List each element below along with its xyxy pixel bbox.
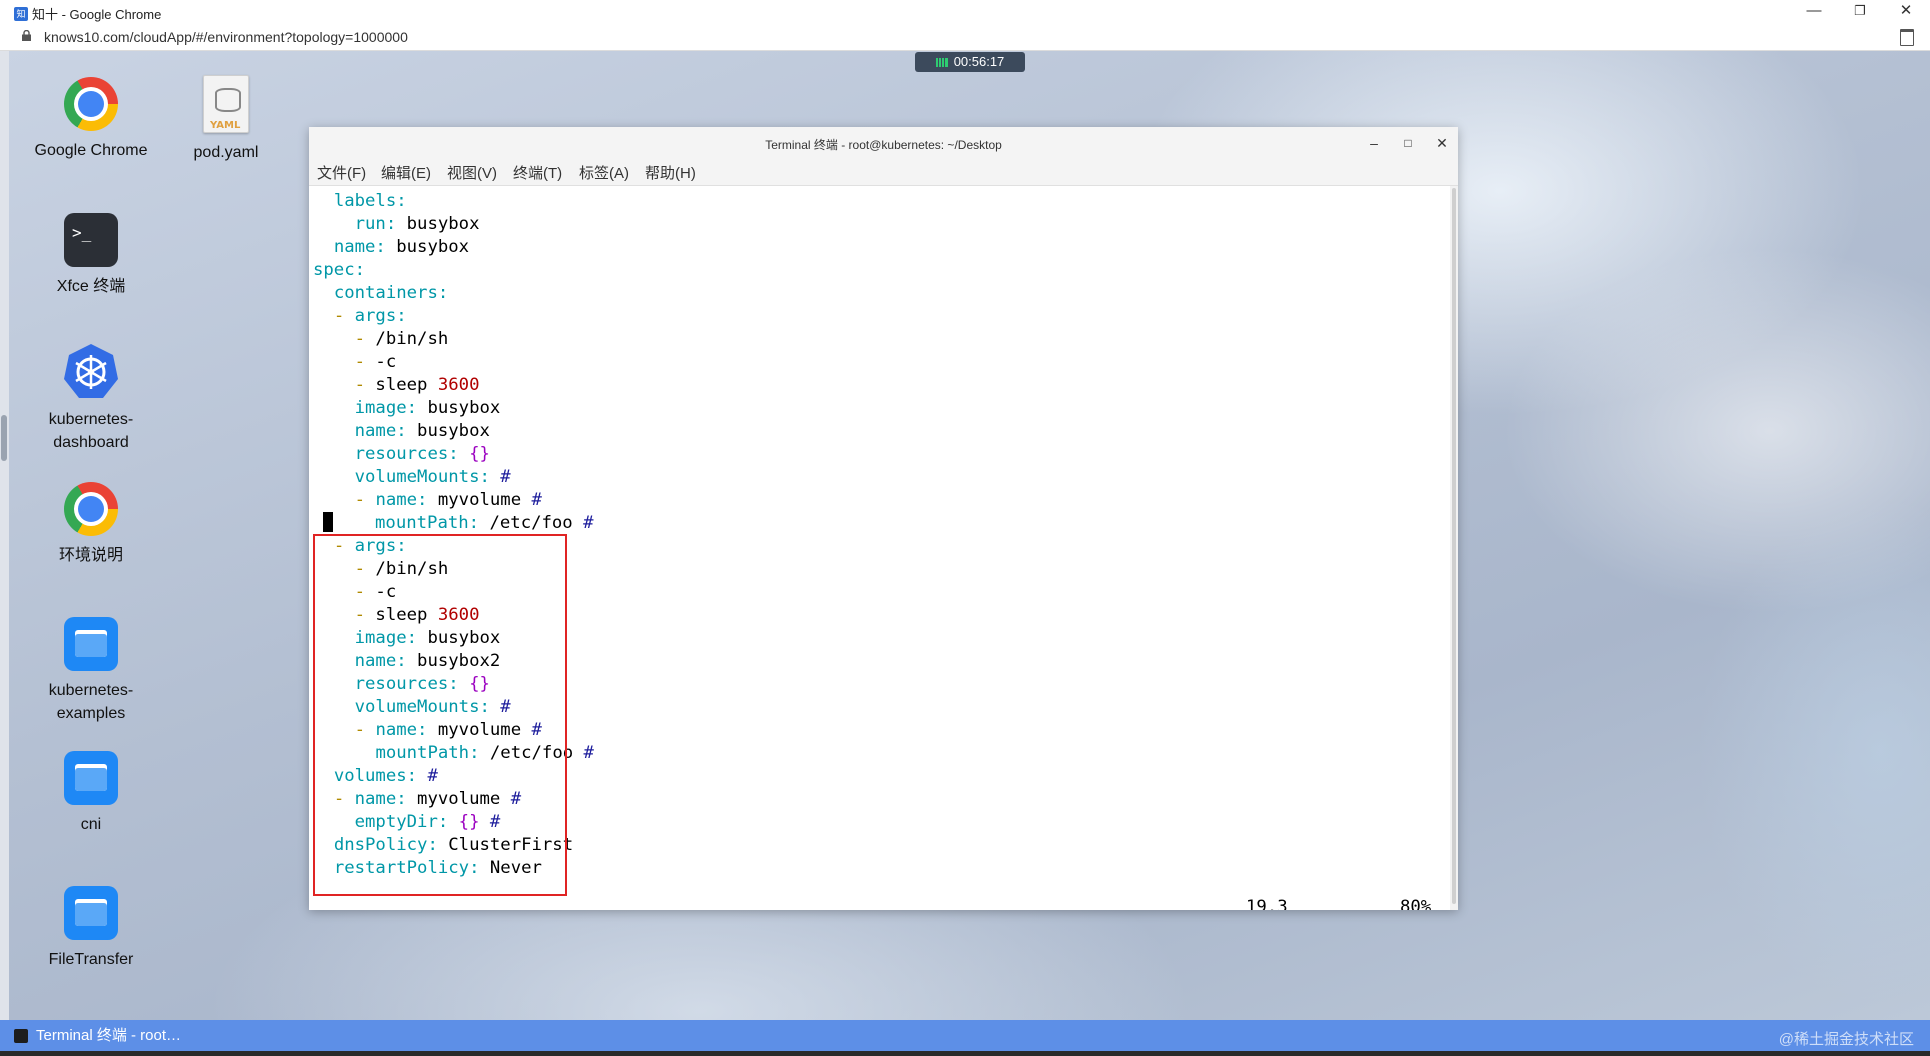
- desktop-icon-env-info[interactable]: 环境说明: [31, 482, 151, 567]
- desktop-icon-cni[interactable]: cni: [31, 751, 151, 836]
- code-line: name: busybox: [354, 421, 490, 441]
- desktop-icon-label: FileTransfer: [48, 951, 134, 968]
- chrome-icon: [64, 77, 118, 131]
- desktop-icon-label: kubernetes- examples: [48, 682, 134, 722]
- remote-sidebar-edge: [0, 51, 9, 1020]
- scroll-percent: 80%: [1400, 897, 1432, 910]
- taskbar-item-terminal[interactable]: Terminal 终端 - root…: [10, 1023, 189, 1048]
- address-bar[interactable]: knows10.com/cloudApp/#/environment?topol…: [0, 24, 1930, 51]
- browser-minimize-button[interactable]: —: [1792, 0, 1836, 24]
- desktop-icon-label: kubernetes- dashboard: [48, 411, 134, 451]
- menu-help[interactable]: 帮助(H): [645, 162, 696, 183]
- taskbar-item-label: Terminal 终端 - root…: [36, 1027, 182, 1044]
- terminal-icon: [14, 1028, 28, 1043]
- terminal-minimize-button[interactable]: –: [1363, 133, 1385, 153]
- browser-title-text: 知十 - Google Chrome: [32, 7, 162, 22]
- code-line: labels:: [333, 191, 407, 211]
- terminal-titlebar[interactable]: Terminal 终端 - root@kubernetes: ~/Desktop…: [309, 127, 1458, 159]
- session-timer: 00:56:17: [915, 52, 1025, 72]
- timer-text: 00:56:17: [953, 54, 1005, 69]
- code-line: name: busybox: [333, 237, 470, 257]
- bottom-strip: [0, 1051, 1930, 1056]
- folder-icon: [64, 617, 118, 671]
- terminal-close-button[interactable]: ✕: [1431, 133, 1453, 153]
- browser-close-button[interactable]: ✕: [1884, 0, 1928, 24]
- terminal-scrollbar[interactable]: [1450, 186, 1458, 910]
- kubernetes-icon: [62, 342, 120, 400]
- folder-icon: [64, 751, 118, 805]
- desktop-icon-google-chrome[interactable]: Google Chrome: [31, 77, 151, 162]
- code-line: - -c: [354, 352, 397, 372]
- browser-title: 知 知十 - Google Chrome: [14, 4, 161, 23]
- code-line: image: busybox: [354, 398, 501, 418]
- desktop-icon-label: cni: [80, 816, 102, 833]
- desktop-icon-label: pod.yaml: [193, 144, 259, 161]
- menu-file[interactable]: 文件(F): [317, 162, 366, 183]
- code-line: - name: myvolume #: [354, 490, 542, 510]
- code-line: - sleep 3600: [354, 375, 480, 395]
- cursor-position: 19,3: [1246, 897, 1288, 910]
- desktop-icon-label: 环境说明: [58, 547, 123, 564]
- vim-status-line: 19,3 80%: [309, 897, 1449, 910]
- desktop-icon-filetransfer[interactable]: FileTransfer: [31, 886, 151, 971]
- terminal-icon: >_: [64, 213, 118, 267]
- desktop-icon-label: Xfce 终端: [56, 278, 126, 295]
- site-favicon-icon: 知: [14, 6, 28, 21]
- terminal-content[interactable]: labels: run: busybox name: busybox spec: …: [309, 186, 1449, 910]
- code-line: run: busybox: [354, 214, 480, 234]
- code-line: containers:: [333, 283, 449, 303]
- code-line: spec:: [313, 260, 366, 280]
- desktop-icon-xfce-terminal[interactable]: >_ Xfce 终端: [31, 213, 151, 298]
- signal-icon: [935, 58, 948, 67]
- desktop-icon-label: Google Chrome: [34, 142, 148, 159]
- code-line: mountPath: /etc/foo #: [313, 512, 594, 535]
- terminal-menubar: 文件(F) 编辑(E) 视图(V) 终端(T) 标签(A) 帮助(H): [309, 159, 1458, 186]
- text-cursor: [323, 512, 334, 532]
- terminal-title: Terminal 终端 - root@kubernetes: ~/Desktop: [765, 138, 1002, 152]
- terminal-maximize-button[interactable]: □: [1397, 133, 1419, 153]
- code-line: volumeMounts: #: [354, 467, 511, 487]
- browser-restore-button[interactable]: ❐: [1838, 0, 1882, 24]
- scrollbar-thumb[interactable]: [1452, 188, 1456, 904]
- url-text[interactable]: knows10.com/cloudApp/#/environment?topol…: [44, 29, 408, 45]
- menu-edit[interactable]: 编辑(E): [381, 162, 431, 183]
- desktop-icon-kubernetes-dashboard[interactable]: kubernetes- dashboard: [31, 342, 151, 454]
- extension-icon[interactable]: [1900, 29, 1914, 46]
- menu-view[interactable]: 视图(V): [447, 162, 497, 183]
- terminal-window[interactable]: Terminal 终端 - root@kubernetes: ~/Desktop…: [309, 127, 1458, 910]
- desktop-icon-pod-yaml[interactable]: YAML pod.yaml: [166, 75, 286, 164]
- yaml-file-icon: YAML: [203, 75, 249, 133]
- sidebar-handle[interactable]: [1, 415, 7, 461]
- taskbar: Terminal 终端 - root… @稀土掘金技术社区: [0, 1020, 1930, 1051]
- desktop-icon-kubernetes-examples[interactable]: kubernetes- examples: [31, 617, 151, 725]
- code-line: resources: {}: [354, 444, 490, 464]
- menu-terminal[interactable]: 终端(T): [513, 162, 562, 183]
- annotation-highlight-box: [313, 534, 567, 896]
- code-line: - args:: [333, 306, 407, 326]
- chrome-icon: [64, 482, 118, 536]
- menu-tabs[interactable]: 标签(A): [579, 162, 629, 183]
- lock-icon: [22, 30, 31, 41]
- watermark: @稀土掘金技术社区: [1778, 1031, 1914, 1048]
- folder-icon: [64, 886, 118, 940]
- browser-titlebar: 知 知十 - Google Chrome — ❐ ✕: [0, 0, 1930, 24]
- code-line: - /bin/sh: [354, 329, 449, 349]
